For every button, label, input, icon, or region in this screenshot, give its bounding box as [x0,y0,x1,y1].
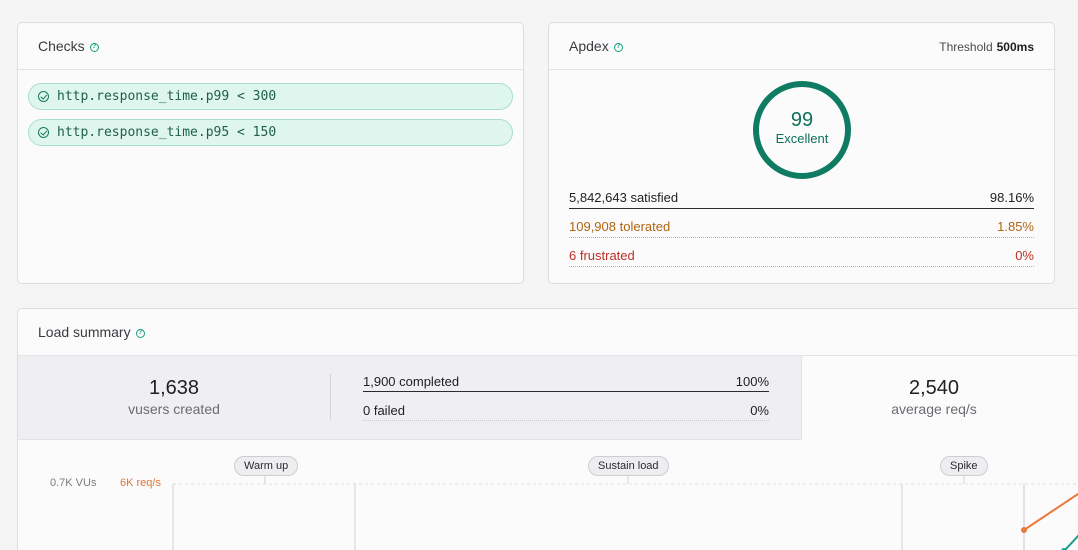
apdex-rating: Excellent [775,131,829,146]
checks-panel: Checks ? http.response_time.p99 < 300 ht… [17,22,524,284]
threshold-value: 500ms [996,40,1034,54]
check-item[interactable]: http.response_time.p95 < 150 [28,119,513,146]
apdex-row-frustrated: 6 frustrated 0% [569,245,1034,267]
avg-req-value: 2,540 [908,377,960,399]
check-circle-icon [38,127,49,138]
vusers-stat: 1,638 vusers created [24,376,324,418]
avg-req-panel: 2,540 average req/s [801,356,1078,440]
apdex-row-pct: 98.16% [989,190,1034,205]
load-chart: Warm up Sustain load Spike 0.7K VUs 6K r… [18,440,1078,550]
avg-req-label: average req/s [891,401,977,417]
apdex-row-satisfied: 5,842,643 satisfied 98.16% [569,187,1034,209]
apdex-title: Apdex [569,38,609,54]
vusers-label: vusers created [128,401,220,417]
checks-header: Checks ? [18,23,523,70]
completed-row: 1,900 completed 100% [363,372,769,392]
help-icon[interactable]: ? [89,42,99,52]
apdex-threshold: Threshold 500ms [939,40,1034,54]
help-icon[interactable]: ? [135,328,145,338]
check-label: http.response_time.p95 < 150 [57,125,277,140]
load-chart-svg [172,470,1078,550]
apdex-score-ring: 99 Excellent [753,81,851,179]
completed-pct: 100% [735,374,769,389]
failed-label: 0 failed [363,403,405,418]
apdex-score: 99 [790,109,814,131]
phase-label-warmup[interactable]: Warm up [234,456,299,476]
phase-label-spike[interactable]: Spike [940,456,988,476]
threshold-label: Threshold [939,40,993,54]
check-circle-icon [38,91,49,102]
failed-row: 0 failed 0% [363,401,769,421]
apdex-row-label: 6 frustrated [569,248,635,263]
load-summary-header: Load summary ? [18,309,1078,356]
avg-req-stat: 2,540 average req/s [802,376,1066,418]
vusers-value: 1,638 [148,377,200,399]
divider [330,374,331,420]
apdex-row-label: 5,842,643 satisfied [569,190,679,205]
apdex-panel: Apdex ? Threshold 500ms 99 Excellent 5,84… [548,22,1055,284]
axis-right-label: 6K req/s [120,477,161,489]
apdex-row-pct: 0% [1015,248,1034,263]
apdex-row-pct: 1.85% [997,219,1034,234]
req-series-point[interactable] [1021,527,1027,533]
load-summary-title: Load summary [38,324,131,340]
failed-pct: 0% [750,403,769,418]
req-series-line [1023,492,1078,531]
phase-label-sustain[interactable]: Sustain load [588,456,669,476]
apdex-row-label: 109,908 tolerated [569,219,671,234]
check-label: http.response_time.p99 < 300 [57,89,277,104]
apdex-row-tolerated: 109,908 tolerated 1.85% [569,216,1034,238]
help-icon[interactable]: ? [613,42,623,52]
checks-title: Checks [38,38,85,54]
load-stats: 1,638 vusers created 1,900 completed 100… [18,356,1078,440]
load-summary-panel: Load summary ? 1,638 vusers created 1,90… [17,308,1078,550]
apdex-header: Apdex ? Threshold 500ms [549,23,1054,70]
vus-series-line [1063,534,1078,550]
axis-left-label: 0.7K VUs [50,477,97,489]
completed-label: 1,900 completed [363,374,460,389]
check-item[interactable]: http.response_time.p99 < 300 [28,83,513,110]
